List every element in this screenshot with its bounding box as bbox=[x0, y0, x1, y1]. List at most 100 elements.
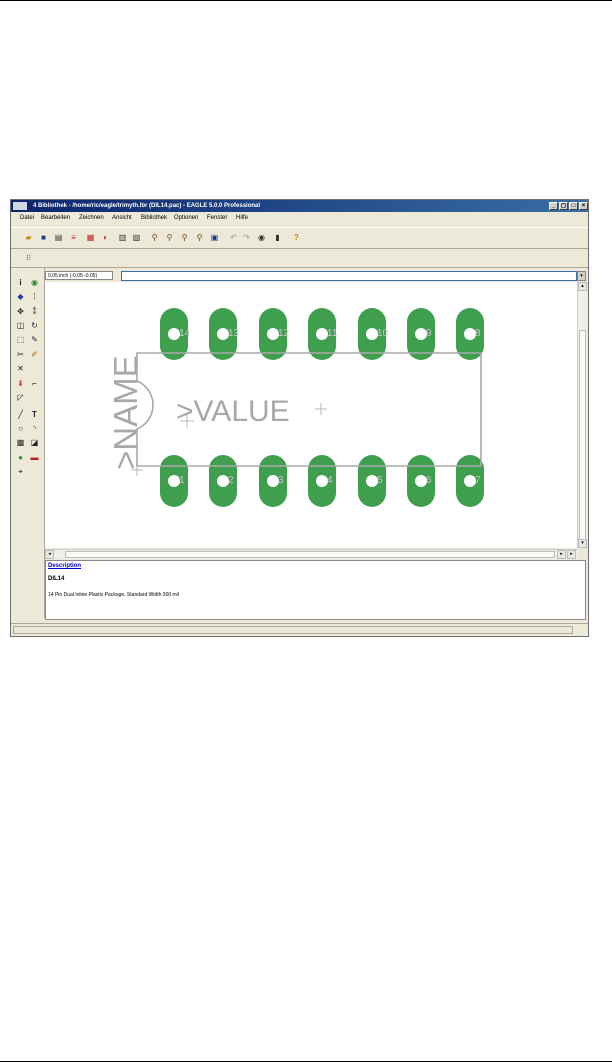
app-icon bbox=[13, 202, 27, 210]
pad-icon[interactable]: ● bbox=[16, 453, 25, 462]
pad-label: 14 bbox=[179, 328, 191, 339]
command-input[interactable] bbox=[121, 271, 577, 281]
scroll-right-icon[interactable]: ▸ bbox=[557, 550, 566, 559]
vertical-scroll-thumb[interactable] bbox=[579, 330, 586, 540]
page-top-rule bbox=[0, 0, 612, 1]
pad-label: 9 bbox=[426, 328, 432, 339]
erc-icon[interactable]: ◐ bbox=[101, 233, 110, 242]
optimize-icon[interactable]: ◸ bbox=[16, 393, 25, 402]
scroll-left-icon[interactable]: ◂ bbox=[45, 550, 54, 559]
window-title: 4 Bibliothek - /home/ric/eagle/trimyth.l… bbox=[33, 203, 261, 209]
zoom-fit-icon[interactable]: ⚲ bbox=[150, 233, 159, 242]
pad-label: 1 bbox=[179, 475, 185, 486]
pad-label: 2 bbox=[228, 475, 234, 486]
pad-label: 8 bbox=[475, 328, 481, 339]
grid-icon[interactable]: ⁝⁝ bbox=[24, 253, 33, 262]
title-bar: 4 Bibliothek - /home/ric/eagle/trimyth.l… bbox=[11, 200, 588, 212]
minimize-icon[interactable]: _ bbox=[549, 202, 558, 210]
pad-label: 13 bbox=[228, 328, 240, 339]
scroll-down-icon[interactable]: ▾ bbox=[578, 539, 587, 548]
menu-zeichnen[interactable]: Zeichnen bbox=[79, 213, 104, 224]
rotate-icon[interactable]: ↻ bbox=[30, 321, 39, 330]
cam-icon[interactable]: ≡ bbox=[69, 233, 78, 242]
drc-icon[interactable]: ▦ bbox=[86, 233, 95, 242]
text-icon[interactable]: T bbox=[30, 410, 39, 419]
eagle-window: 4 Bibliothek - /home/ric/eagle/trimyth.l… bbox=[10, 199, 589, 637]
ulp-icon[interactable]: ▧ bbox=[132, 233, 141, 242]
save-icon[interactable]: ■ bbox=[39, 233, 48, 242]
redo-icon[interactable]: ↷ bbox=[242, 233, 251, 242]
pad-label: 3 bbox=[278, 475, 284, 486]
split-icon[interactable]: ⇟ bbox=[16, 379, 25, 388]
description-package-name: DIL14 bbox=[48, 576, 65, 582]
horizontal-scroll-thumb[interactable] bbox=[65, 551, 555, 558]
pad-label: 5 bbox=[377, 475, 383, 486]
restore-icon[interactable]: ◻ bbox=[559, 202, 568, 210]
hole-icon[interactable]: ⌖ bbox=[16, 467, 25, 476]
description-panel: Description DIL14 14 Pin Dual Inline Pla… bbox=[45, 560, 586, 620]
rect-icon[interactable]: ▩ bbox=[16, 438, 25, 447]
name-label: >NAME bbox=[107, 355, 144, 470]
main-toolbar: ▰ ■ ▤ ≡ ▦ ◐ ▥ ▧ ⚲ ⚲ ⚲ ⚲ ▣ ↶ ↷ ◉ ▮ ? bbox=[11, 227, 588, 249]
menu-hilfe[interactable]: Hilfe bbox=[236, 213, 248, 224]
description-heading-link[interactable]: Description bbox=[48, 563, 81, 569]
menu-bearbeiten[interactable]: Bearbeiten bbox=[41, 213, 70, 224]
wire-icon[interactable]: ╱ bbox=[16, 410, 25, 419]
menu-datei[interactable]: Datei bbox=[20, 213, 34, 224]
scroll-right-end-icon[interactable]: ▸ bbox=[567, 550, 576, 559]
zoom-select-icon[interactable]: ▣ bbox=[210, 233, 219, 242]
change-icon[interactable]: ✎ bbox=[30, 335, 39, 344]
coordinate-display: 0.05 inch (-0.05 -0.05) bbox=[45, 271, 113, 280]
vertical-scrollbar[interactable]: ▴ ▾ bbox=[577, 282, 587, 548]
pad-label: 6 bbox=[426, 475, 432, 486]
package-drawing: 14 13 12 11 10 9 81 2 3 4 5 6 7 >NAME >VALUE bbox=[107, 308, 484, 507]
display-icon[interactable]: ◆ bbox=[16, 292, 25, 301]
command-dropdown-icon[interactable]: ▾ bbox=[577, 271, 586, 281]
zoom-in-icon[interactable]: ⚲ bbox=[165, 233, 174, 242]
maximize-icon[interactable]: □ bbox=[569, 202, 578, 210]
menu-optionen[interactable]: Optionen bbox=[174, 213, 198, 224]
bottom-pad-row bbox=[160, 455, 484, 507]
pad-label: 10 bbox=[377, 328, 389, 339]
pad-label: 7 bbox=[475, 475, 481, 486]
close-icon[interactable]: × bbox=[579, 202, 588, 210]
go-icon[interactable]: ▮ bbox=[273, 233, 282, 242]
pad-label: 12 bbox=[278, 328, 290, 339]
paste-icon[interactable]: ✂ bbox=[16, 350, 25, 359]
menu-ansicht[interactable]: Ansicht bbox=[112, 213, 132, 224]
name-icon[interactable]: ✐ bbox=[30, 350, 39, 359]
script-icon[interactable]: ▥ bbox=[118, 233, 127, 242]
drawing-canvas[interactable]: 14 13 12 11 10 9 8 1 2 3 4 5 6 7 >NAME >VALUE bbox=[45, 282, 577, 548]
arc-icon[interactable]: ◝ bbox=[30, 424, 39, 433]
command-palette: i ◉ ◆ ⁞ ✥ ⁑ ◫ ↻ ⬚ ✎ ✂ ✐ ✕ ⇟ ⌐ ◸ ╱ T ○ ◝ … bbox=[11, 268, 45, 618]
menu-fenster[interactable]: Fenster bbox=[207, 213, 227, 224]
menu-bibliothek[interactable]: Bibliothek bbox=[141, 213, 167, 224]
status-panel bbox=[13, 626, 573, 634]
description-text: 14 Pin Dual Inline Plastic Package, Stan… bbox=[48, 592, 179, 598]
pad-label: 11 bbox=[327, 328, 338, 339]
miter-icon[interactable]: ⌐ bbox=[30, 379, 39, 388]
show-icon[interactable]: ◉ bbox=[30, 278, 39, 287]
undo-icon[interactable]: ↶ bbox=[229, 233, 238, 242]
value-cross bbox=[315, 403, 327, 415]
copy-icon[interactable]: ⁑ bbox=[30, 307, 39, 316]
print-icon[interactable]: ▤ bbox=[54, 233, 63, 242]
group-icon[interactable]: ⬚ bbox=[16, 335, 25, 344]
circle-icon[interactable]: ○ bbox=[16, 424, 25, 433]
move-icon[interactable]: ✥ bbox=[16, 307, 25, 316]
horizontal-scrollbar[interactable]: ◂ ▸ ▸ bbox=[45, 549, 577, 559]
polygon-icon[interactable]: ◪ bbox=[30, 438, 39, 447]
stop-icon[interactable]: ◉ bbox=[257, 233, 266, 242]
open-icon[interactable]: ▰ bbox=[24, 233, 33, 242]
help-icon[interactable]: ? bbox=[292, 233, 301, 242]
status-bar bbox=[11, 623, 588, 636]
info-icon[interactable]: i bbox=[16, 278, 25, 287]
smd-icon[interactable]: ▬ bbox=[30, 453, 39, 462]
scroll-up-icon[interactable]: ▴ bbox=[578, 282, 587, 291]
mirror-icon[interactable]: ◫ bbox=[16, 321, 25, 330]
menu-bar: Datei Bearbeiten Zeichnen Ansicht Biblio… bbox=[11, 213, 588, 224]
zoom-out-icon[interactable]: ⚲ bbox=[180, 233, 189, 242]
delete-icon[interactable]: ✕ bbox=[16, 364, 25, 373]
zoom-redraw-icon[interactable]: ⚲ bbox=[195, 233, 204, 242]
mark-icon[interactable]: ⁞ bbox=[30, 292, 39, 301]
